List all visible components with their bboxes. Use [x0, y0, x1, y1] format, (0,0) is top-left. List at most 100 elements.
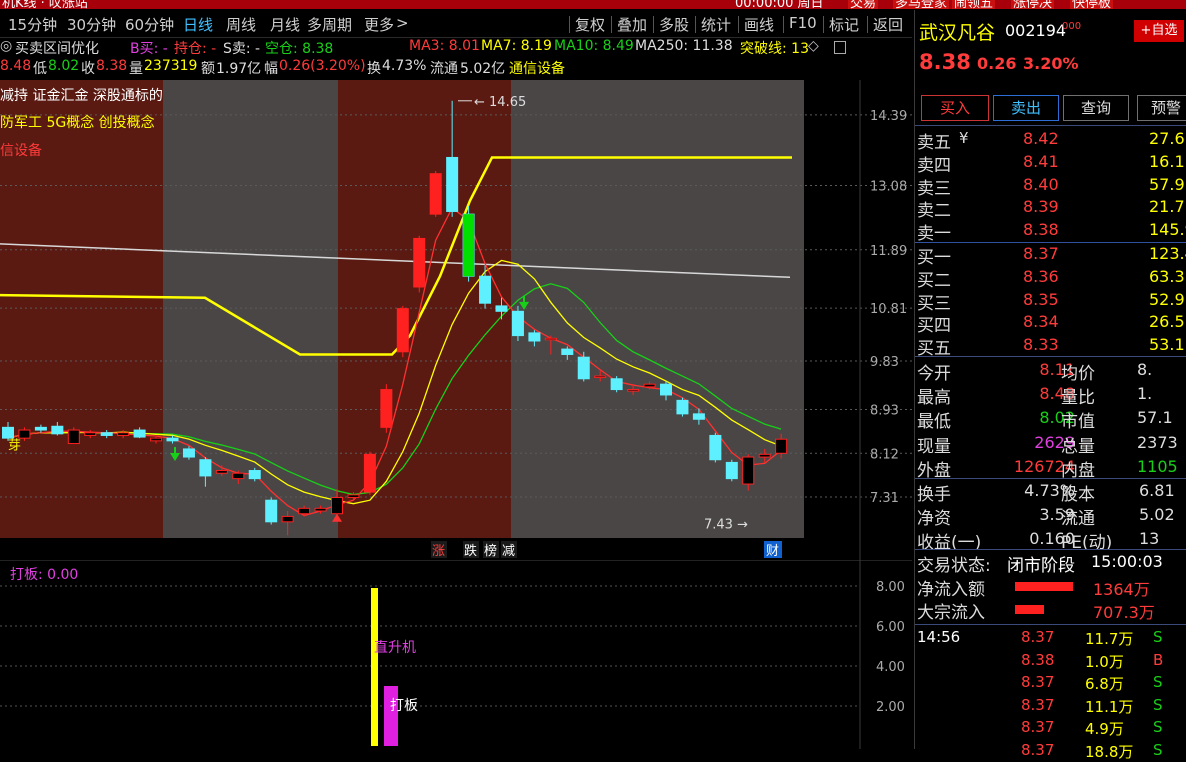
toolbar-f10-button[interactable]: F10: [789, 14, 817, 32]
candle-body[interactable]: [479, 275, 492, 304]
candle-body[interactable]: [347, 494, 360, 499]
candle-body[interactable]: [495, 305, 508, 312]
candle-body[interactable]: [51, 425, 64, 435]
top-strip-button-3[interactable]: 涨停决: [1011, 0, 1055, 9]
toolbar-fuquan-button[interactable]: 复权: [575, 14, 605, 35]
candle-body[interactable]: [199, 459, 212, 477]
top-strip-button-1[interactable]: 多马登家: [893, 0, 950, 9]
candle-body[interactable]: [413, 237, 426, 288]
candle-body[interactable]: [627, 389, 640, 392]
top-strip-button-2[interactable]: 闹领五: [952, 0, 996, 9]
candle-body[interactable]: [725, 461, 738, 480]
tab-period-30min[interactable]: 30分钟: [67, 14, 116, 35]
candle-body[interactable]: [742, 456, 755, 485]
query-button[interactable]: 查询: [1063, 95, 1129, 121]
candle-body[interactable]: [331, 497, 343, 515]
cai-tag[interactable]: 财: [766, 544, 779, 559]
diamond-icon[interactable]: ◇: [808, 38, 819, 54]
candle-body[interactable]: [660, 383, 672, 396]
candle-body[interactable]: [429, 173, 442, 215]
bottom-tag-2[interactable]: 榜: [484, 543, 497, 559]
bottom-tag-0[interactable]: 涨: [432, 544, 445, 559]
candle-body[interactable]: [248, 470, 261, 480]
ask-price-3[interactable]: 8.39: [1023, 197, 1059, 216]
candle-body[interactable]: [594, 375, 607, 379]
candle-body[interactable]: [182, 448, 195, 458]
alert-button[interactable]: 预警: [1137, 95, 1186, 121]
candle-body[interactable]: [314, 507, 327, 512]
candle-body[interactable]: [2, 426, 14, 439]
chevron-right-icon[interactable]: >: [396, 14, 409, 32]
candle-body[interactable]: [281, 515, 294, 523]
candle-body[interactable]: [232, 472, 245, 480]
toolbar-multi-stock-button[interactable]: 多股: [659, 14, 689, 35]
toolbar-overlay-button[interactable]: 叠加: [617, 14, 647, 35]
tab-period-day[interactable]: 日线: [183, 14, 213, 35]
candle-body[interactable]: [150, 437, 163, 442]
candle-body[interactable]: [133, 429, 146, 438]
bid-price-4[interactable]: 8.33: [1023, 335, 1059, 354]
candle-body[interactable]: [643, 383, 656, 388]
price-axis-label: 7.31: [870, 491, 899, 506]
sell-button[interactable]: 卖出: [993, 95, 1059, 121]
candle-body[interactable]: [544, 337, 557, 341]
ask-price-2[interactable]: 8.40: [1023, 175, 1059, 194]
helicopter-bar[interactable]: [371, 588, 378, 746]
candle-body[interactable]: [775, 438, 788, 454]
candle-body[interactable]: [610, 378, 623, 391]
tab-period-week[interactable]: 周线: [226, 14, 256, 35]
bid-price-0[interactable]: 8.37: [1023, 244, 1059, 263]
candle-body[interactable]: [100, 432, 113, 436]
candle-body[interactable]: [561, 348, 574, 355]
maximize-icon[interactable]: [834, 41, 846, 54]
buy-button[interactable]: 买入: [921, 95, 989, 121]
candle-body[interactable]: [363, 453, 376, 493]
candle-body[interactable]: [528, 332, 541, 342]
candle-body[interactable]: [166, 437, 179, 442]
ask-price-1[interactable]: 8.41: [1023, 152, 1059, 171]
collapse-icon[interactable]: ◎: [0, 38, 12, 54]
top-strip-button-0[interactable]: 交易: [848, 0, 879, 9]
candle-body[interactable]: [511, 310, 524, 337]
tab-period-multi[interactable]: 多周期: [307, 14, 352, 35]
candle-body[interactable]: [692, 413, 705, 420]
candle-body[interactable]: [298, 507, 311, 515]
bottom-tag-3[interactable]: 减: [502, 544, 515, 559]
candle-body[interactable]: [446, 156, 459, 212]
indicator-name[interactable]: 买卖区间优化: [15, 38, 99, 58]
candle-body[interactable]: [34, 426, 47, 431]
quote-industry[interactable]: 通信设备: [509, 58, 565, 78]
kline-chart[interactable]: 14.39 13.08 11.89 10.81 9.83 8.93 8.12 7.31 ← 14…: [0, 80, 912, 560]
add-favorite-button[interactable]: +自选: [1134, 20, 1184, 42]
bid-price-1[interactable]: 8.36: [1023, 267, 1059, 286]
tab-period-month[interactable]: 月线: [270, 14, 300, 35]
candle-body[interactable]: [577, 356, 590, 380]
bid-price-3[interactable]: 8.34: [1023, 312, 1059, 331]
candle-body[interactable]: [380, 389, 393, 428]
toolbar-mark-button[interactable]: 标记: [829, 14, 859, 35]
ask-price-4[interactable]: 8.38: [1023, 220, 1059, 239]
sub-indicator-chart[interactable]: 8.00 6.00 4.00 2.00: [0, 560, 912, 749]
top-strip-button-4[interactable]: 快停板: [1070, 0, 1114, 9]
toolbar-stats-button[interactable]: 统计: [701, 14, 731, 35]
candle-body[interactable]: [67, 429, 80, 445]
toolbar-draw-line-button[interactable]: 画线: [744, 14, 774, 35]
ask-price-0[interactable]: 8.42: [1023, 129, 1059, 148]
candle-body[interactable]: [84, 432, 97, 436]
candle-body[interactable]: [117, 432, 130, 436]
candle-body[interactable]: [758, 453, 771, 458]
tab-period-more[interactable]: 更多: [364, 14, 394, 35]
candle-body[interactable]: [709, 434, 722, 461]
candle-body[interactable]: [215, 470, 228, 474]
candle-body[interactable]: [18, 429, 31, 439]
candle-body[interactable]: [676, 399, 689, 415]
flow-label-0: 净流入额: [917, 580, 985, 600]
toolbar-back-button[interactable]: 返回: [873, 14, 903, 35]
tab-period-60min[interactable]: 60分钟: [125, 14, 174, 35]
candle-body[interactable]: [265, 499, 278, 523]
candle-body[interactable]: [396, 308, 409, 353]
tab-period-15min[interactable]: 15分钟: [8, 14, 57, 35]
tick-price-5: 8.37: [1021, 740, 1055, 759]
bid-price-2[interactable]: 8.35: [1023, 290, 1059, 309]
bottom-tag-1[interactable]: 跌: [464, 543, 477, 559]
